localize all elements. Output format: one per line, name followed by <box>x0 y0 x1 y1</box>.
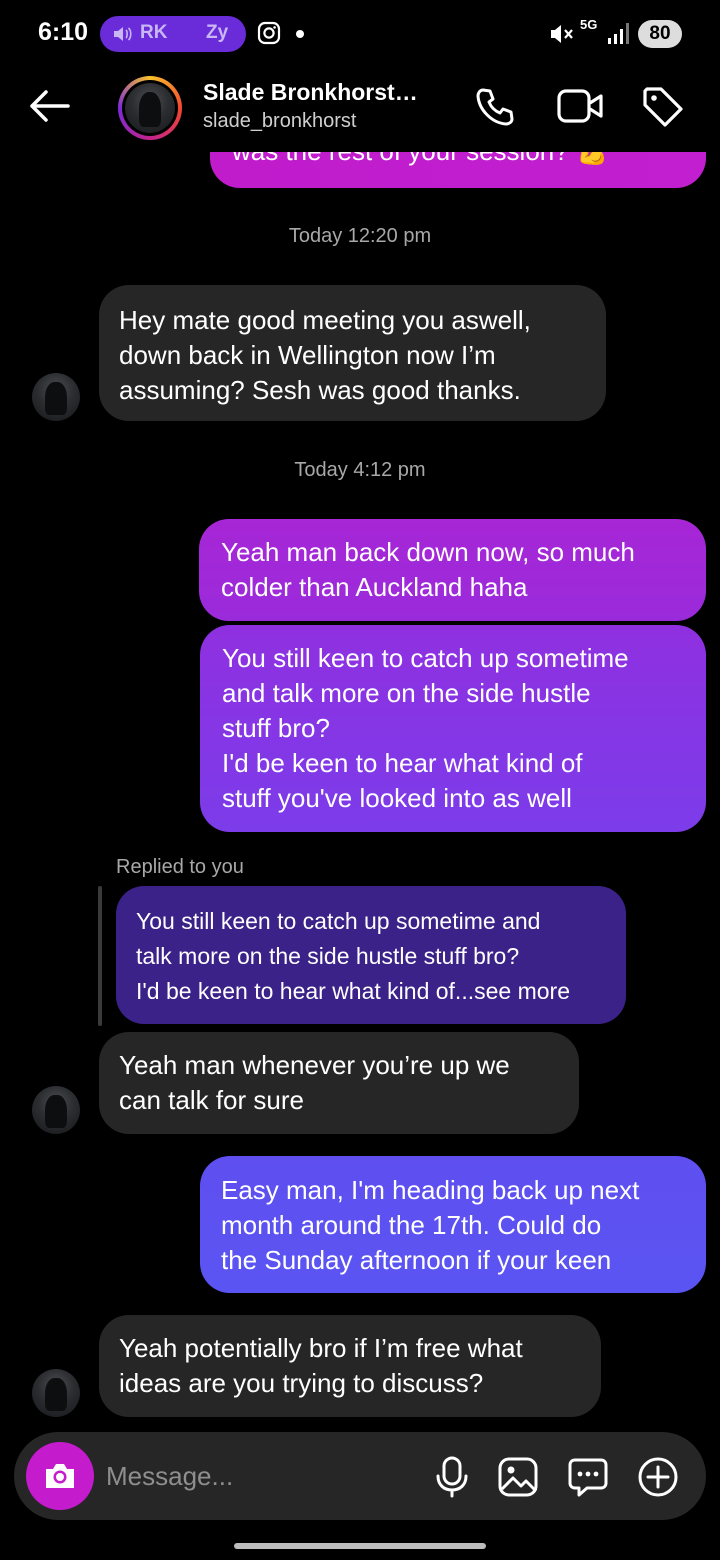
tag-icon[interactable] <box>641 85 685 129</box>
quoted-line: I'd be keen to hear what kind of...see m… <box>136 978 570 1004</box>
message-line: Hey mate good meeting you aswell, <box>119 305 531 335</box>
timestamp: Today 4:12 pm <box>294 459 426 481</box>
quoted-message[interactable]: You still keen to catch up sometime and … <box>116 886 626 1024</box>
back-arrow-icon[interactable] <box>26 86 72 126</box>
microphone-icon[interactable] <box>432 1456 472 1498</box>
message-line: Yeah man whenever you’re up we <box>119 1050 510 1080</box>
message-line: down back in Wellington now I’m <box>119 340 496 370</box>
avatar[interactable] <box>32 373 80 421</box>
plus-icon[interactable] <box>637 1456 679 1498</box>
message-line: can talk for sure <box>119 1085 304 1115</box>
camera-icon <box>46 1464 74 1488</box>
camera-button[interactable] <box>26 1442 94 1510</box>
message-line: I'd be keen to hear what kind of <box>222 748 583 778</box>
received-message[interactable]: Hey mate good meeting you aswell, down b… <box>99 285 606 421</box>
sent-message[interactable]: Yeah man back down now, so much colder t… <box>199 519 706 621</box>
message-line: Easy man, I'm heading back up next <box>221 1175 640 1205</box>
avatar[interactable] <box>32 1086 80 1134</box>
message-input[interactable] <box>106 1454 406 1498</box>
sent-message[interactable]: You still keen to catch up sometime and … <box>200 625 706 832</box>
received-message[interactable]: Yeah man whenever you’re up we can talk … <box>99 1032 579 1134</box>
contact-username[interactable]: slade_bronkhorst <box>203 110 356 133</box>
chat-header: Slade Bronkhorst… slade_bronkhorst <box>0 66 720 152</box>
contact-name[interactable]: Slade Bronkhorst… <box>203 79 418 106</box>
message-line: stuff bro? <box>222 713 330 743</box>
message-line: assuming? Sesh was good thanks. <box>119 375 521 405</box>
chat-thread[interactable]: was the rest of your session? 💪 Today 12… <box>0 0 720 1560</box>
message-line: colder than Auckland haha <box>221 572 528 602</box>
message-line: month around the 17th. Could do <box>221 1210 602 1240</box>
timestamp: Today 12:20 pm <box>288 225 432 247</box>
quoted-line: You still keen to catch up sometime and <box>136 908 541 934</box>
message-line: Yeah man back down now, so much <box>221 537 635 567</box>
message-line: stuff you've looked into as well <box>222 783 572 813</box>
replied-label: Replied to you <box>116 856 244 878</box>
header-avatar[interactable] <box>118 76 182 140</box>
message-line: the Sunday afternoon if your keen <box>221 1245 612 1275</box>
message-line: and talk more on the side hustle <box>222 678 591 708</box>
home-indicator[interactable] <box>234 1543 486 1549</box>
gallery-icon[interactable] <box>497 1456 539 1498</box>
video-camera-icon[interactable] <box>556 86 604 126</box>
message-line: You still keen to catch up sometime <box>222 643 629 673</box>
quoted-line: talk more on the side hustle stuff bro? <box>136 943 520 969</box>
phone-icon[interactable] <box>474 86 516 128</box>
message-composer <box>14 1432 706 1520</box>
sticker-icon[interactable] <box>567 1456 609 1498</box>
sent-message[interactable]: Easy man, I'm heading back up next month… <box>200 1156 706 1293</box>
avatar[interactable] <box>32 1369 80 1417</box>
message-line: Yeah potentially bro if I’m free what <box>119 1333 523 1363</box>
received-message[interactable]: Yeah potentially bro if I’m free what id… <box>99 1315 601 1417</box>
reply-indicator-bar <box>98 886 102 1026</box>
message-line: ideas are you trying to discuss? <box>119 1368 484 1398</box>
